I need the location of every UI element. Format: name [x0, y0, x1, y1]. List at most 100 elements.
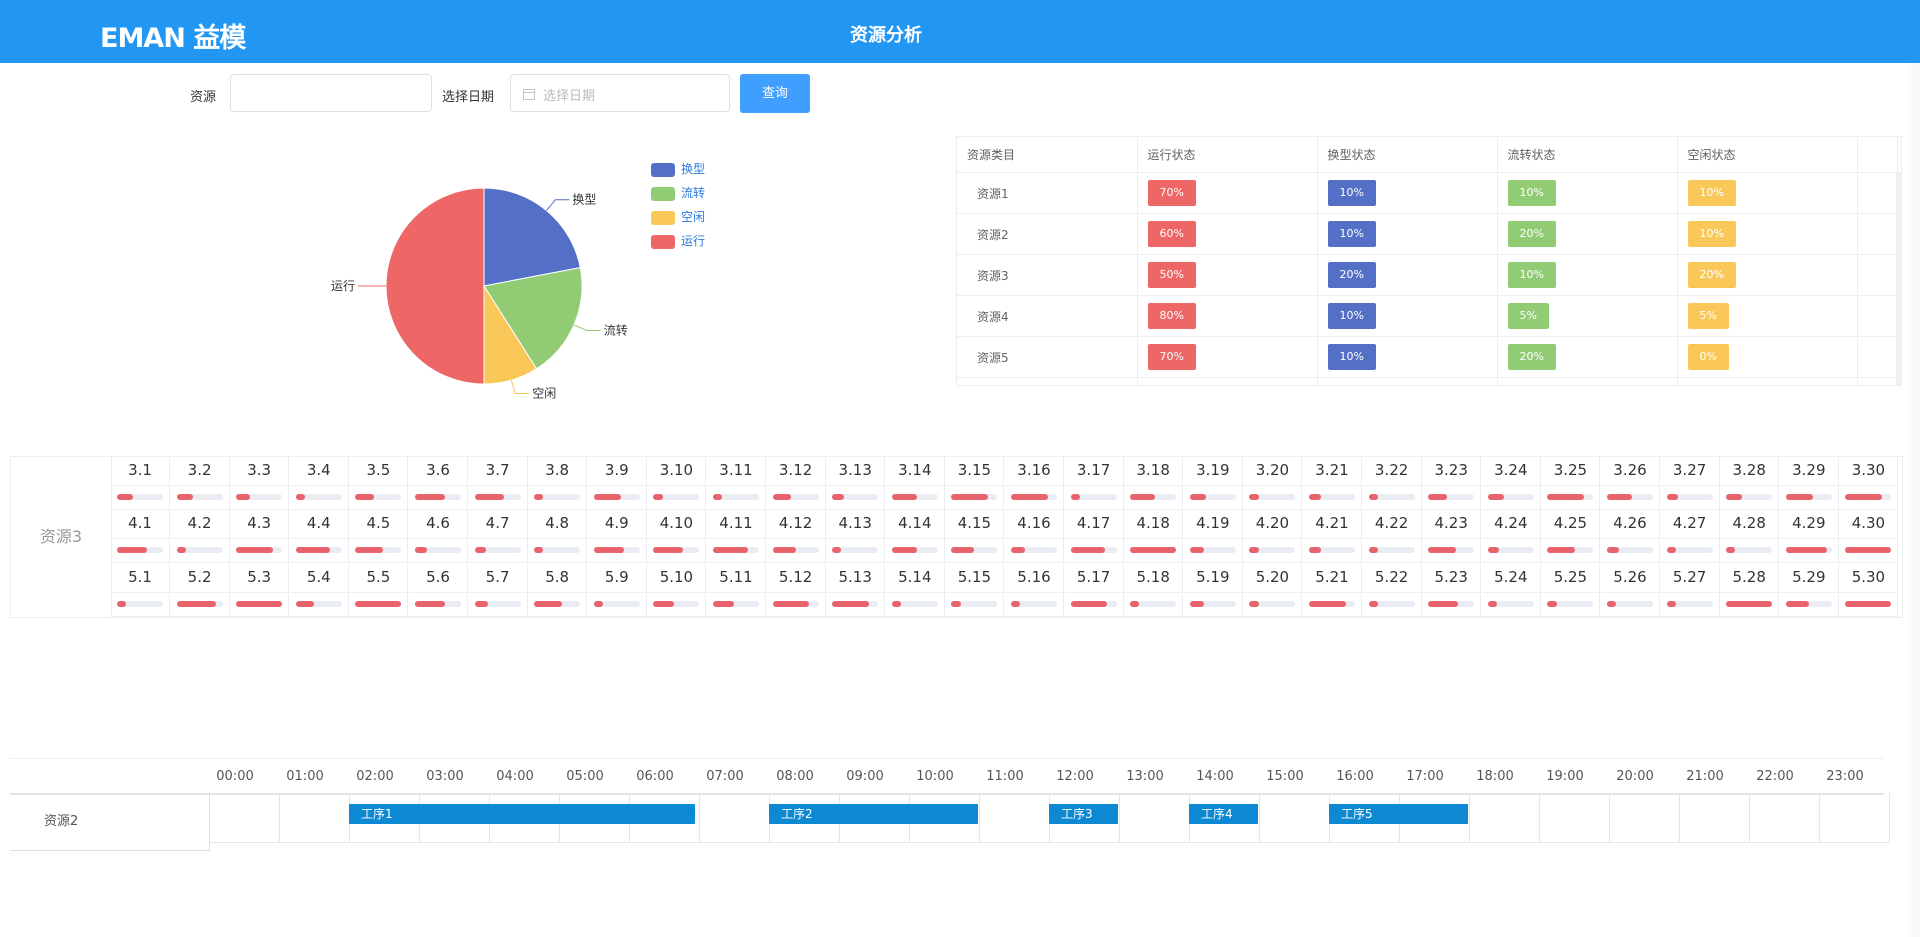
- calendar-day-cell[interactable]: 5.3: [230, 563, 290, 617]
- calendar-day-cell[interactable]: 3.25: [1541, 457, 1601, 510]
- calendar-day-cell[interactable]: 3.26: [1601, 457, 1660, 510]
- calendar-day-cell[interactable]: 5.18: [1124, 563, 1184, 617]
- calendar-day-cell[interactable]: 5.10: [647, 563, 707, 617]
- calendar-day-cell[interactable]: 4.30: [1839, 510, 1899, 564]
- calendar-day-cell[interactable]: 5.26: [1601, 563, 1660, 617]
- calendar-day-cell[interactable]: 3.22: [1362, 457, 1422, 510]
- calendar-day-cell[interactable]: 5.8: [528, 563, 588, 617]
- calendar-day-cell[interactable]: 4.29: [1779, 510, 1839, 564]
- calendar-day-cell[interactable]: 5.29: [1779, 563, 1839, 617]
- calendar-day-cell[interactable]: 5.25: [1541, 563, 1601, 617]
- calendar-day-cell[interactable]: 3.20: [1243, 457, 1303, 510]
- resource-input[interactable]: [230, 74, 432, 112]
- calendar-day-cell[interactable]: 4.24: [1481, 510, 1541, 564]
- calendar-day-cell[interactable]: 5.9: [587, 563, 647, 617]
- calendar-day-cell[interactable]: 3.29: [1779, 457, 1839, 510]
- calendar-day-cell[interactable]: 5.24: [1481, 563, 1541, 617]
- legend-item-1[interactable]: 流转: [651, 184, 705, 201]
- calendar-day-cell[interactable]: 4.6: [409, 510, 468, 564]
- calendar-day-cell[interactable]: 4.18: [1124, 510, 1184, 564]
- calendar-day-cell[interactable]: 5.7: [468, 563, 528, 617]
- calendar-day-cell[interactable]: 4.22: [1362, 510, 1422, 564]
- calendar-day-cell[interactable]: 4.5: [349, 510, 409, 564]
- calendar-day-cell[interactable]: 5.15: [945, 563, 1005, 617]
- calendar-day-cell[interactable]: 5.1: [111, 563, 170, 617]
- calendar-day-cell[interactable]: 5.21: [1303, 563, 1362, 617]
- calendar-day-cell[interactable]: 3.8: [528, 457, 588, 510]
- calendar-day-cell[interactable]: 5.6: [409, 563, 468, 617]
- calendar-day-cell[interactable]: 3.24: [1481, 457, 1541, 510]
- calendar-day-cell[interactable]: 3.21: [1303, 457, 1362, 510]
- calendar-day-cell[interactable]: 4.17: [1064, 510, 1124, 564]
- calendar-day-cell[interactable]: 3.7: [468, 457, 528, 510]
- calendar-day-cell[interactable]: 5.17: [1064, 563, 1124, 617]
- calendar-day-cell[interactable]: 3.13: [826, 457, 886, 510]
- calendar-day-cell[interactable]: 5.22: [1362, 563, 1422, 617]
- calendar-day-cell[interactable]: 4.23: [1422, 510, 1482, 564]
- calendar-day-cell[interactable]: 4.21: [1303, 510, 1362, 564]
- calendar-day-cell[interactable]: 3.1: [111, 457, 170, 510]
- calendar-day-cell[interactable]: 5.5: [349, 563, 409, 617]
- gantt-task-bar[interactable]: 工序2: [769, 804, 978, 824]
- calendar-day-cell[interactable]: 5.2: [170, 563, 230, 617]
- calendar-day-cell[interactable]: 4.25: [1541, 510, 1601, 564]
- calendar-day-cell[interactable]: 3.27: [1660, 457, 1720, 510]
- calendar-day-cell[interactable]: 4.19: [1183, 510, 1243, 564]
- calendar-day-cell[interactable]: 4.26: [1601, 510, 1660, 564]
- calendar-day-cell[interactable]: 5.13: [826, 563, 886, 617]
- calendar-day-cell[interactable]: 4.4: [289, 510, 349, 564]
- calendar-day-cell[interactable]: 3.16: [1005, 457, 1064, 510]
- calendar-day-cell[interactable]: 5.28: [1720, 563, 1780, 617]
- calendar-day-cell[interactable]: 5.19: [1183, 563, 1243, 617]
- calendar-day-cell[interactable]: 3.4: [289, 457, 349, 510]
- calendar-day-cell[interactable]: 4.28: [1720, 510, 1780, 564]
- calendar-day-cell[interactable]: 3.23: [1422, 457, 1482, 510]
- query-button[interactable]: 查询: [740, 74, 810, 113]
- calendar-day-cell[interactable]: 3.2: [170, 457, 230, 510]
- calendar-day-cell[interactable]: 3.15: [945, 457, 1005, 510]
- calendar-day-cell[interactable]: 5.12: [766, 563, 826, 617]
- page-scrollbar[interactable]: [1908, 63, 1920, 937]
- calendar-day-cell[interactable]: 4.2: [170, 510, 230, 564]
- legend-item-3[interactable]: 运行: [651, 232, 705, 249]
- calendar-day-cell[interactable]: 3.5: [349, 457, 409, 510]
- table-scrollbar[interactable]: [1896, 172, 1902, 386]
- calendar-day-cell[interactable]: 3.9: [587, 457, 647, 510]
- calendar-day-cell[interactable]: 3.28: [1720, 457, 1780, 510]
- calendar-day-cell[interactable]: 4.8: [528, 510, 588, 564]
- calendar-day-cell[interactable]: 5.27: [1660, 563, 1720, 617]
- calendar-day-cell[interactable]: 3.14: [885, 457, 945, 510]
- calendar-day-cell[interactable]: 4.20: [1243, 510, 1303, 564]
- calendar-day-cell[interactable]: 4.1: [111, 510, 170, 564]
- legend-item-2[interactable]: 空闲: [651, 208, 705, 225]
- calendar-day-cell[interactable]: 5.11: [707, 563, 766, 617]
- calendar-day-cell[interactable]: 5.23: [1422, 563, 1482, 617]
- calendar-day-cell[interactable]: 3.11: [707, 457, 766, 510]
- calendar-day-cell[interactable]: 4.27: [1660, 510, 1720, 564]
- gantt-task-bar[interactable]: 工序1: [349, 804, 695, 824]
- calendar-day-cell[interactable]: 3.12: [766, 457, 826, 510]
- calendar-day-cell[interactable]: 5.14: [885, 563, 945, 617]
- calendar-day-cell[interactable]: 4.13: [826, 510, 886, 564]
- date-picker[interactable]: 选择日期: [510, 74, 730, 112]
- calendar-day-cell[interactable]: 4.3: [230, 510, 290, 564]
- calendar-day-cell[interactable]: 4.9: [587, 510, 647, 564]
- calendar-day-cell[interactable]: 4.7: [468, 510, 528, 564]
- calendar-day-cell[interactable]: 3.6: [409, 457, 468, 510]
- calendar-day-cell[interactable]: 4.12: [766, 510, 826, 564]
- calendar-day-cell[interactable]: 3.18: [1124, 457, 1184, 510]
- gantt-task-bar[interactable]: 工序3: [1049, 804, 1118, 824]
- legend-item-0[interactable]: 换型: [651, 160, 705, 177]
- calendar-day-cell[interactable]: 4.15: [945, 510, 1005, 564]
- calendar-day-cell[interactable]: 3.17: [1064, 457, 1124, 510]
- calendar-day-cell[interactable]: 4.16: [1005, 510, 1064, 564]
- calendar-day-cell[interactable]: 5.4: [289, 563, 349, 617]
- calendar-day-cell[interactable]: 3.10: [647, 457, 707, 510]
- calendar-day-cell[interactable]: 5.16: [1005, 563, 1064, 617]
- gantt-task-bar[interactable]: 工序5: [1329, 804, 1468, 824]
- calendar-day-cell[interactable]: 5.30: [1839, 563, 1899, 617]
- calendar-day-cell[interactable]: 4.11: [707, 510, 766, 564]
- calendar-day-cell[interactable]: 3.3: [230, 457, 290, 510]
- calendar-day-cell[interactable]: 4.14: [885, 510, 945, 564]
- calendar-day-cell[interactable]: 5.20: [1243, 563, 1303, 617]
